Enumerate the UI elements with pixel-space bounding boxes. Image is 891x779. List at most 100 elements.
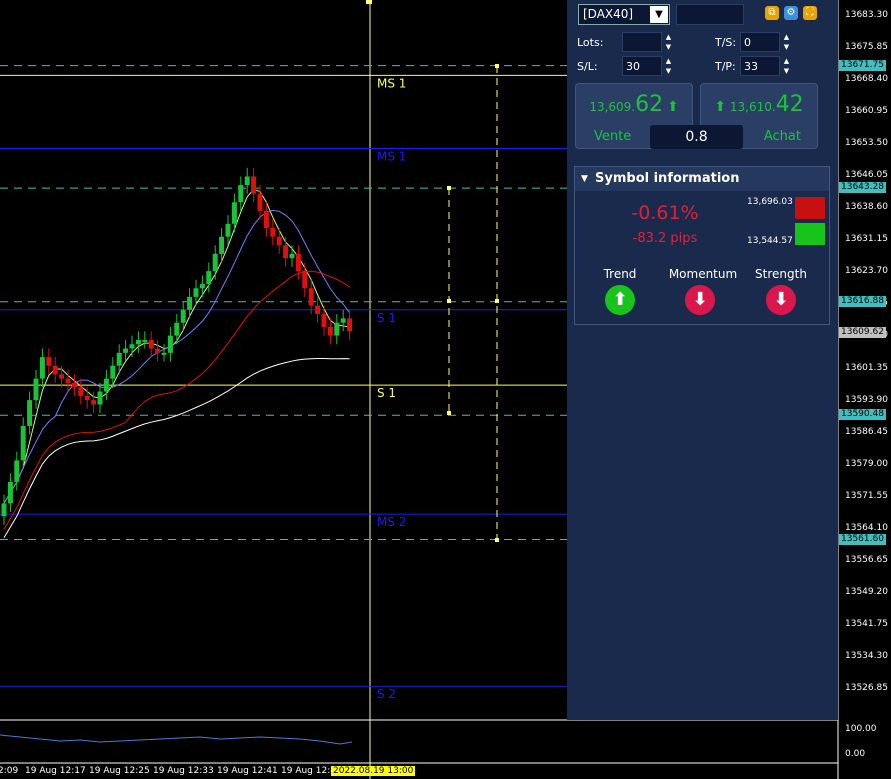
- candle-body: [199, 283, 205, 289]
- candle-body: [46, 357, 52, 366]
- candle-body: [315, 305, 321, 315]
- x-tick-label: 19 Aug 12:17: [25, 766, 86, 776]
- candle-body: [206, 271, 212, 284]
- momentum-down-icon: ⬇: [685, 285, 715, 315]
- trend-up-icon: ⬆: [605, 285, 635, 315]
- high-swatch: [795, 197, 825, 219]
- x-tick-label: 19 Aug 12:25: [89, 766, 150, 776]
- price-tag: 13616.88: [839, 295, 886, 307]
- sl-stepper[interactable]: ▲ ▼: [664, 56, 673, 76]
- tp-input[interactable]: 33: [740, 56, 780, 76]
- level-label: MS 1: [377, 76, 406, 90]
- candle-body: [347, 318, 353, 332]
- candle-body: [231, 202, 237, 224]
- candle-body: [174, 322, 180, 336]
- candle-body: [7, 481, 13, 504]
- symbol-search-input[interactable]: [676, 4, 744, 25]
- y-tick-label: 13534.30: [845, 650, 888, 661]
- candle-body: [1, 503, 7, 517]
- candle-body: [65, 378, 71, 383]
- day-low: 13,544.57: [747, 236, 793, 246]
- ts-input[interactable]: 0: [740, 32, 780, 52]
- cursor-time-tag: 2022.08.19 13:00: [331, 766, 416, 776]
- candle-body: [14, 460, 20, 482]
- candle-body: [116, 352, 122, 366]
- candle-body: [219, 236, 225, 254]
- price-tag: 13590.48: [839, 409, 886, 421]
- chevron-down-icon[interactable]: ▼: [650, 6, 668, 23]
- symbol-select[interactable]: [DAX40] ▼: [578, 4, 670, 25]
- candle-body: [276, 236, 282, 246]
- y-tick-label: 13571.55: [845, 490, 888, 501]
- candle-body: [27, 400, 33, 426]
- y-tick-label: 13668.40: [845, 74, 888, 85]
- tp-stepper[interactable]: ▲ ▼: [782, 56, 791, 76]
- lots-stepper[interactable]: ▲ ▼: [664, 32, 673, 52]
- section-title: Symbol information: [595, 171, 740, 186]
- lot-size-display[interactable]: 0.8: [650, 125, 743, 149]
- candle-body: [193, 288, 199, 297]
- candle-body: [295, 253, 301, 272]
- candle-body: [33, 378, 39, 401]
- y-tick-label: 13526.85: [845, 683, 888, 693]
- level-label: S 1: [377, 386, 396, 400]
- candle-body: [327, 327, 333, 336]
- candle-body: [91, 400, 97, 405]
- ts-stepper[interactable]: ▲ ▼: [782, 32, 791, 52]
- candle-body: [97, 391, 103, 405]
- expand-icon[interactable]: ⛶: [803, 6, 817, 20]
- candle-body: [225, 223, 231, 237]
- caret-down-icon: ▼: [581, 174, 588, 184]
- level-label: MS 1: [377, 149, 406, 163]
- candle-body: [340, 318, 346, 323]
- y-tick-label: 13556.65: [845, 554, 888, 565]
- y-tick-label: 13638.60: [845, 202, 888, 213]
- candle-body: [270, 228, 276, 237]
- y-tick-label: 13653.50: [845, 138, 888, 149]
- symbol-value: [DAX40]: [583, 7, 634, 21]
- ts-label: T/S:: [715, 36, 737, 49]
- copy-icon[interactable]: ⧉: [765, 6, 779, 20]
- section-header[interactable]: ▼ Symbol information: [575, 167, 829, 191]
- y-tick-label: 13586.45: [845, 426, 888, 437]
- level-label: MS 2: [377, 515, 406, 529]
- price-tag: 13609.62: [839, 326, 886, 338]
- tp-label: T/P:: [715, 60, 736, 73]
- candle-body: [321, 314, 327, 328]
- x-tick-label: 2:09: [0, 766, 19, 776]
- y-tick-label: 13660.95: [845, 106, 888, 117]
- y-tick-label: 13564.10: [845, 522, 888, 533]
- x-tick-label: 19 Aug 12:41: [217, 766, 278, 776]
- candle-body: [155, 348, 161, 353]
- candle-body: [103, 378, 109, 392]
- change-pips: -83.2 pips: [632, 231, 698, 246]
- candle-body: [308, 288, 314, 306]
- lots-label: Lots:: [577, 36, 604, 49]
- candle-body: [20, 425, 26, 461]
- sell-label: Vente: [594, 129, 632, 144]
- y-tick-label: 13601.35: [845, 362, 888, 373]
- sl-input[interactable]: 30: [622, 56, 662, 76]
- y-tick-label: 13675.85: [845, 42, 888, 53]
- y-tick-label: 13623.70: [845, 266, 888, 277]
- y-tick-label: 13593.90: [845, 394, 888, 405]
- y-tick-label: 13631.15: [845, 234, 888, 245]
- gear-icon[interactable]: ⚙: [784, 6, 798, 20]
- crosshair-handle[interactable]: [366, 0, 372, 4]
- candle-body: [39, 357, 45, 379]
- candle-body: [251, 176, 257, 194]
- price-tag: 13643.28: [839, 182, 886, 194]
- candle-body: [71, 382, 77, 388]
- candle-body: [212, 253, 218, 272]
- candle-body: [148, 339, 154, 349]
- arrow-up-icon: ⬆: [714, 99, 727, 115]
- low-swatch: [795, 223, 825, 245]
- candle-body: [263, 210, 269, 229]
- symbol-information-section: ▼ Symbol information -0.61% -83.2 pips 1…: [574, 166, 830, 325]
- lots-input[interactable]: [622, 32, 662, 52]
- indicator-tick-100: 100.00: [845, 724, 877, 734]
- buy-label: Achat: [763, 129, 801, 144]
- candle-body: [238, 185, 244, 203]
- candle-body: [78, 387, 84, 396]
- candle-body: [59, 374, 65, 379]
